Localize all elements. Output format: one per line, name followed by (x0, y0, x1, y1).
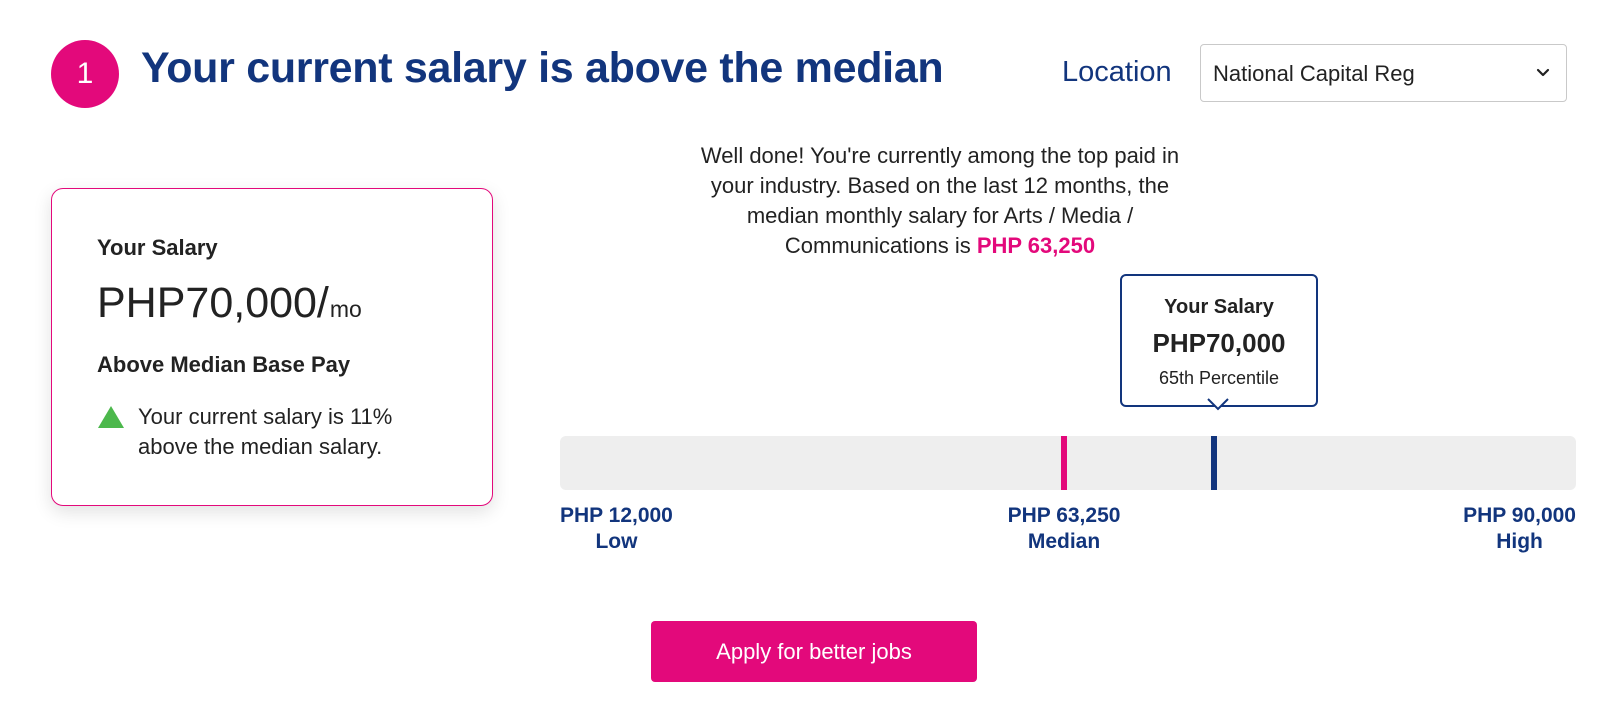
summary-message: Well done! You're currently among the to… (680, 141, 1200, 261)
salary-comparison-note: Your current salary is 11% above the med… (138, 404, 393, 459)
salary-amount-unit: mo (329, 296, 362, 322)
triangle-up-icon (98, 406, 124, 428)
median-highlight: PHP 63,250 (976, 233, 1096, 258)
location-selected-value: National Capital Reg (1213, 61, 1415, 86)
range-high-value: PHP 90,000 (1463, 504, 1576, 527)
salary-amount-value: PHP70,000/ (97, 279, 329, 327)
median-marker (1061, 436, 1067, 490)
your-salary-tooltip: Your Salary PHP70,000 65th Percentile (1120, 274, 1318, 407)
salary-status-heading: Above Median Base Pay (97, 352, 351, 377)
your-salary-card: Your Salary PHP70,000/mo Above Median Ba… (51, 188, 493, 506)
tooltip-title: Your Salary (1164, 296, 1274, 318)
range-low-caption: Low (595, 530, 638, 553)
range-high-caption: High (1496, 530, 1543, 553)
salary-card-label: Your Salary (97, 235, 218, 260)
range-low-label: PHP 12,000 Low (560, 503, 673, 555)
tooltip-pointer (1207, 398, 1229, 411)
range-median-caption: Median (1027, 530, 1101, 553)
chevron-down-icon (1536, 68, 1550, 77)
page-title: Your current salary is above the median (141, 44, 944, 92)
location-select[interactable]: National Capital Reg (1200, 44, 1567, 102)
range-median-value: PHP 63,250 (1007, 504, 1121, 527)
salary-range-track (560, 436, 1576, 490)
salary-benchmark-section: 1 Your current salary is above the media… (0, 0, 1609, 720)
tooltip-amount: PHP70,000 (1152, 328, 1286, 358)
tooltip-percentile: 65th Percentile (1158, 368, 1280, 388)
location-label: Location (1062, 56, 1172, 88)
range-high-label: PHP 90,000 High (1463, 503, 1576, 555)
salary-card-amount: PHP70,000/mo (97, 279, 362, 328)
range-median-label: PHP 63,250 Median (1008, 503, 1121, 555)
range-low-value: PHP 12,000 (560, 504, 673, 527)
apply-for-better-jobs-button[interactable]: Apply for better jobs (651, 621, 977, 682)
your-salary-marker (1211, 436, 1217, 490)
step-number-badge: 1 (51, 40, 119, 108)
